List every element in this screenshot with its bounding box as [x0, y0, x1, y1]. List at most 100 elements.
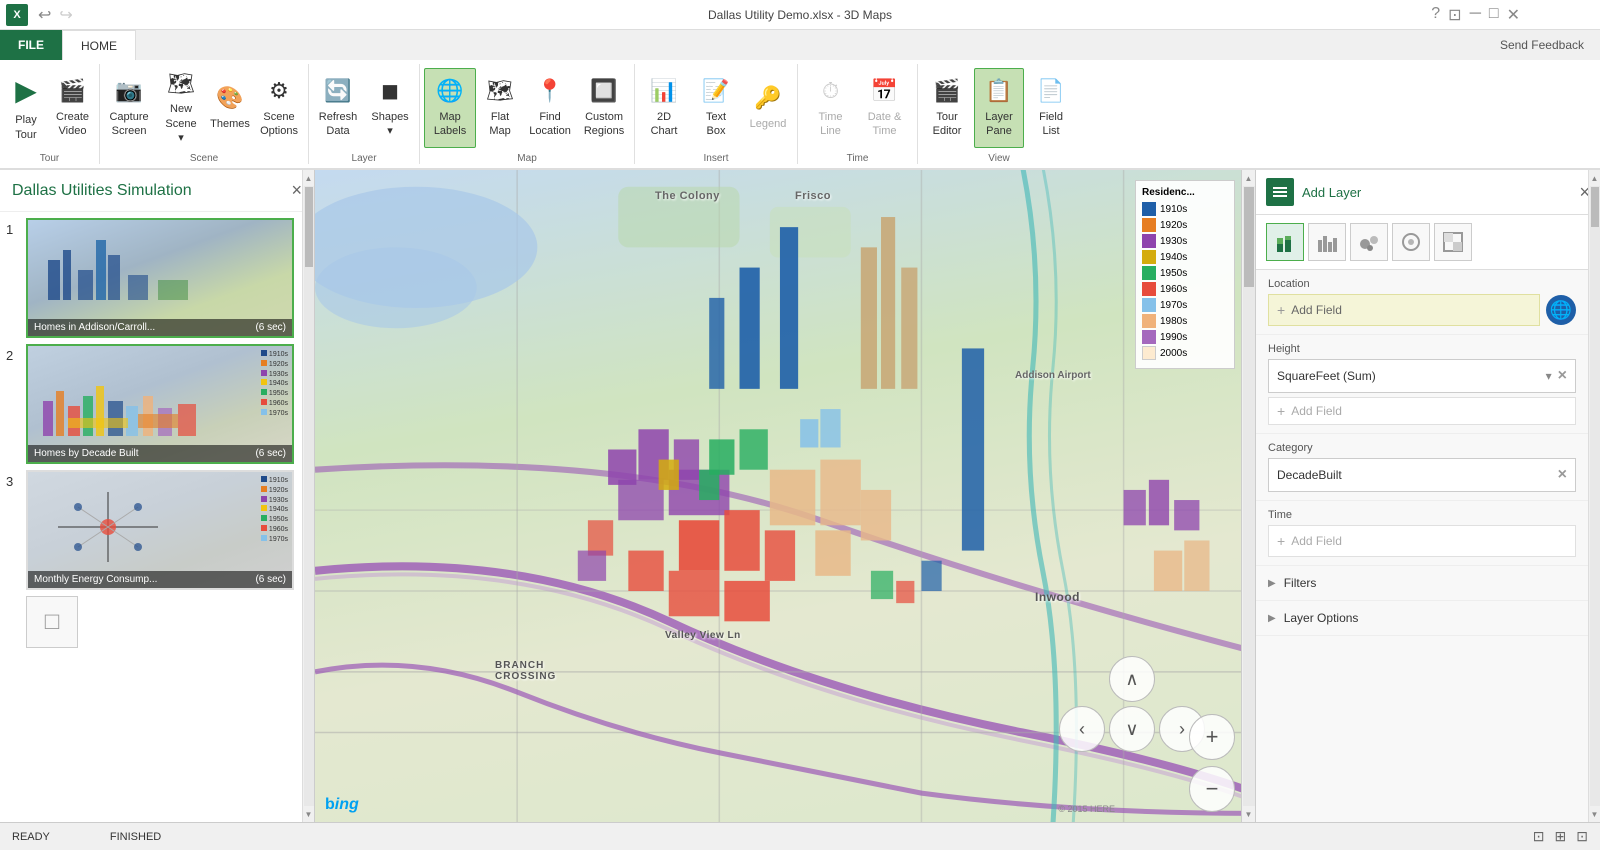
home-tab[interactable]: HOME [62, 30, 136, 60]
legend-item-1940s: 1940s [1142, 250, 1228, 264]
scene-3-duration: (6 sec) [255, 574, 286, 585]
flat-map-icon: 🗺 [486, 77, 514, 106]
legend-item-1990s: 1990s [1142, 330, 1228, 344]
tour-editor-button[interactable]: 🎬 TourEditor [922, 68, 972, 148]
layer-pane-icon: 📋 [985, 77, 1012, 106]
shapes-icon: ◼ [381, 77, 399, 106]
custom-regions-icon: 🔲 [590, 77, 617, 106]
scene-options-button[interactable]: ⚙ SceneOptions [254, 68, 304, 148]
restore-button[interactable]: ⊡ [1448, 5, 1461, 25]
undo-button[interactable]: ↩ [38, 5, 51, 25]
add-scene-button[interactable]: □ [26, 596, 78, 648]
2d-chart-button[interactable]: 📊 2DChart [639, 68, 689, 148]
layer-options-label: Layer Options [1284, 611, 1359, 625]
layer-type-bubble[interactable] [1350, 223, 1388, 261]
text-box-button[interactable]: 📝 TextBox [691, 68, 741, 148]
right-scroll-up[interactable]: ▲ [1589, 170, 1600, 186]
scene-number-1: 1 [6, 218, 20, 237]
find-location-button[interactable]: 📍 FindLocation [524, 68, 576, 148]
ribbon-group-insert: 📊 2DChart 📝 TextBox 🔑 Legend Insert [635, 64, 798, 164]
maximize-button[interactable]: □ [1489, 5, 1499, 25]
map-label-colony: The Colony [655, 190, 720, 202]
capture-screen-button[interactable]: 📷 CaptureScreen [104, 68, 154, 148]
right-scroll-down[interactable]: ▼ [1589, 806, 1600, 822]
scene-scroll-up[interactable]: ▲ [303, 170, 315, 186]
create-video-button[interactable]: 🎬 CreateVideo [50, 68, 95, 148]
category-value: DecadeBuilt [1277, 468, 1342, 482]
nav-down-button[interactable]: ∨ [1109, 706, 1155, 752]
scene-item-3[interactable]: 3 [6, 470, 308, 590]
capture-icon: 📷 [115, 77, 142, 106]
status-icon-1[interactable]: ⊡ [1533, 828, 1545, 845]
legend-item-1910s: 1910s [1142, 202, 1228, 216]
minimize-button[interactable]: ─ [1470, 5, 1481, 25]
ribbon-group-time: ⏱ TimeLine 📅 Date &Time Time [798, 64, 918, 164]
new-scene-icon: 🗺 [167, 70, 195, 99]
chart-icon: 📊 [650, 77, 677, 106]
globe-button[interactable]: 🌐 [1546, 295, 1576, 325]
add-layer-button[interactable]: Add Layer [1266, 178, 1361, 206]
map-scroll-down[interactable]: ▼ [1242, 806, 1256, 822]
send-feedback[interactable]: Send Feedback [1500, 38, 1584, 52]
time-line-button[interactable]: ⏱ TimeLine [805, 68, 857, 148]
bing-logo: bing [325, 796, 359, 814]
scene-number-2: 2 [6, 344, 20, 363]
play-tour-button[interactable]: ▶ Play Tour [4, 68, 48, 148]
tour-editor-icon: 🎬 [933, 77, 960, 106]
status-icon-2[interactable]: ⊞ [1555, 828, 1567, 845]
close-button[interactable]: ✕ [1507, 5, 1520, 25]
scene-group-label: Scene [190, 151, 218, 164]
help-button[interactable]: ? [1431, 5, 1440, 25]
new-scene-button[interactable]: 🗺 NewScene ▾ [156, 68, 206, 148]
zoom-out-button[interactable]: − [1189, 766, 1235, 812]
layer-type-clustered-bar[interactable] [1308, 223, 1346, 261]
filters-label: Filters [1284, 576, 1317, 590]
location-add-field[interactable]: + Add Field [1268, 294, 1540, 326]
nav-left-button[interactable]: ‹ [1059, 706, 1105, 752]
layer-type-stacked-bar[interactable] [1266, 223, 1304, 261]
scene-scroll-down[interactable]: ▼ [303, 806, 315, 822]
height-add-field[interactable]: + Add Field [1268, 397, 1576, 425]
file-tab[interactable]: FILE [0, 30, 62, 60]
textbox-icon: 📝 [702, 77, 729, 106]
zoom-in-button[interactable]: + [1189, 714, 1235, 760]
layer-type-heat[interactable] [1392, 223, 1430, 261]
map-scroll-up[interactable]: ▲ [1242, 170, 1256, 186]
date-time-button[interactable]: 📅 Date &Time [859, 68, 911, 148]
view-group-label: View [988, 151, 1010, 164]
filters-section[interactable]: ▶ Filters [1256, 566, 1588, 601]
height-remove-button[interactable]: × [1558, 367, 1567, 385]
nav-up-button[interactable]: ∧ [1109, 656, 1155, 702]
map-labels-icon: 🌐 [436, 77, 463, 106]
insert-group-label: Insert [704, 151, 729, 164]
refresh-data-button[interactable]: 🔄 RefreshData [313, 68, 363, 148]
map-area[interactable]: BRANCHCROSSING Valley View Ln Inwood Fri… [315, 170, 1255, 822]
height-dropdown-arrow[interactable]: ▾ [1546, 369, 1552, 383]
layer-options-section[interactable]: ▶ Layer Options [1256, 601, 1588, 636]
themes-button[interactable]: 🎨 Themes [208, 68, 252, 148]
custom-regions-button[interactable]: 🔲 CustomRegions [578, 68, 630, 148]
time-add-field[interactable]: + Add Field [1268, 525, 1576, 557]
redo-button[interactable]: ↪ [59, 5, 72, 25]
category-remove-button[interactable]: × [1558, 466, 1567, 484]
scene-1-label: Homes in Addison/Carroll... [34, 322, 155, 333]
legend-item-1930s: 1930s [1142, 234, 1228, 248]
legend-button[interactable]: 🔑 Legend [743, 68, 793, 148]
add-layer-icon [1266, 178, 1294, 206]
layer-type-region[interactable] [1434, 223, 1472, 261]
layer-pane-button[interactable]: 📋 LayerPane [974, 68, 1024, 148]
map-labels-button[interactable]: 🌐 MapLabels [424, 68, 476, 148]
field-list-icon: 📄 [1037, 77, 1064, 106]
time-label: Time [1268, 509, 1576, 521]
right-panel: Add Layer × Locati [1255, 170, 1600, 822]
scene-item-1[interactable]: 1 [6, 218, 308, 338]
status-icon-3[interactable]: ⊡ [1576, 828, 1588, 845]
shapes-button[interactable]: ◼ Shapes ▾ [365, 68, 415, 148]
height-label: Height [1268, 343, 1576, 355]
field-list-button[interactable]: 📄 FieldList [1026, 68, 1076, 148]
flat-map-button[interactable]: 🗺 FlatMap [478, 68, 522, 148]
scene-panel-close-button[interactable]: × [291, 180, 302, 201]
scene-panel-title: Dallas Utilities Simulation [12, 182, 192, 200]
scene-1-duration: (6 sec) [255, 322, 286, 333]
scene-item-2[interactable]: 2 [6, 344, 308, 464]
